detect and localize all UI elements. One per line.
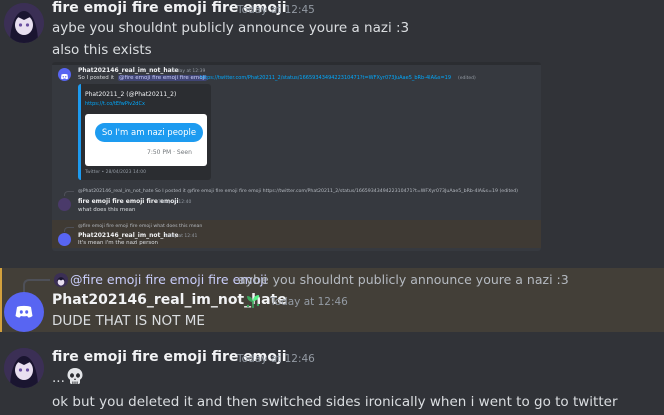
timestamp[interactable]: Today at 12:46 [270, 296, 348, 308]
message-text: also this exists [52, 42, 152, 58]
discord-logo-icon [61, 73, 68, 80]
mini-username: Phat202146_real_im_not_hate [78, 67, 179, 74]
anime-avatar-icon [4, 3, 44, 43]
screenshot-top-edge [52, 62, 541, 65]
tweet-footer: Twitter • 28/04/2023 14:00 [85, 170, 146, 175]
mini-text: So I posted it [78, 75, 115, 81]
mini-reply-preview: @Phat202146_real_im_not_hate So I posted… [78, 189, 518, 194]
mini-timestamp: Today at 12:40 [158, 200, 192, 205]
mini-reply-preview: @fire emoji fire emoji fire emoji what d… [78, 224, 203, 229]
tweet-image: So I'm am nazi people 7:50 PM · Seen [85, 114, 207, 166]
timestamp[interactable]: Today at 12:46 [237, 353, 315, 365]
user-avatar[interactable] [4, 3, 44, 43]
mini-timestamp: Today at 12:41 [164, 234, 198, 239]
message-text: aybe you shouldnt publicly announce your… [52, 20, 410, 36]
message-text: DUDE THAT IS NOT ME [52, 313, 205, 329]
tweet-bubble: So I'm am nazi people [95, 123, 203, 142]
reply-connector [23, 279, 50, 293]
user-avatar[interactable] [4, 292, 44, 332]
skull-icon [65, 366, 85, 390]
timestamp[interactable]: Today at 12:45 [237, 4, 315, 16]
tweet-link: https://t.co/tEfwPiv2dCx [85, 101, 145, 107]
attached-screenshot[interactable]: Phat202146_real_im_not_hate Today at 12:… [52, 62, 541, 251]
discord-logo-icon [15, 305, 33, 318]
mini-reply-connector [64, 227, 74, 232]
mini-discord-avatar [58, 233, 71, 246]
tweet-status: 7:50 PM · Seen [147, 149, 192, 156]
user-avatar[interactable] [4, 348, 44, 388]
mini-reply-connector [64, 191, 74, 196]
reply-preview-text[interactable]: aybe you shouldnt publicly announce your… [238, 272, 569, 287]
mini-mention: @fire emoji fire emoji fire emoji [118, 75, 207, 81]
sprout-icon [245, 293, 261, 313]
message-text: ... [52, 370, 65, 386]
mini-edited: (edited) [458, 76, 476, 81]
mention-highlight-bar [0, 268, 2, 332]
message-text: ok but you deleted it and then switched … [52, 394, 618, 410]
mini-discord-avatar [58, 68, 71, 81]
tweet-author: Phat20211_2 (@Phat20211_2) [85, 91, 177, 98]
mini-anime-avatar [58, 198, 71, 211]
mini-link: https://twitter.com/Phat20211_2/status/1… [200, 75, 452, 81]
mini-timestamp: Today at 12:39 [172, 69, 206, 74]
mini-text: It's mean i'm the nazi person [78, 240, 159, 246]
anime-avatar-icon [4, 348, 44, 388]
reply-avatar[interactable] [54, 273, 68, 287]
mini-text: what does this mean [78, 207, 136, 213]
